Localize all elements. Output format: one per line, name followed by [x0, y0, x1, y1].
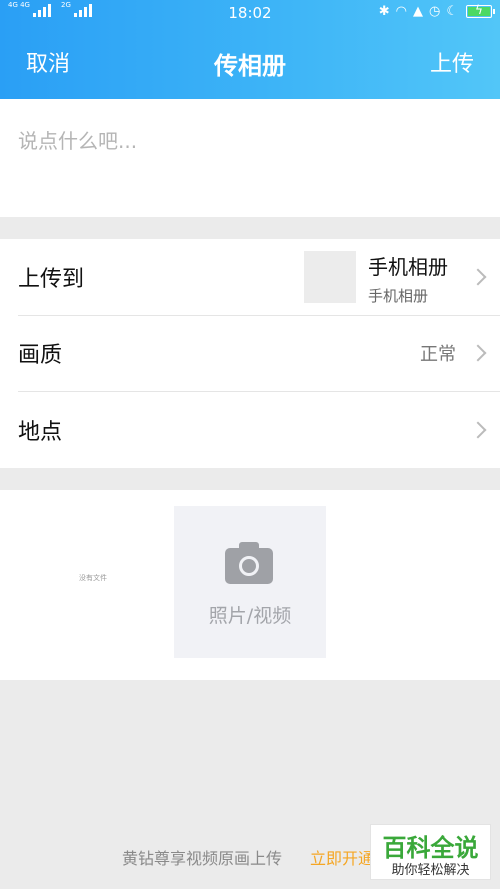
- bluetooth-icon: ✱: [378, 4, 390, 19]
- page-title: 传相册: [214, 52, 286, 80]
- chevron-right-icon: [469, 421, 487, 439]
- promo-text: 黄钻尊享视频原画上传: [122, 849, 283, 868]
- top-bar: 4G 4G 2G 18:02 ✱ ◠ ▲ ◷ ☾ ϟ 取消 传相册 上传: [0, 0, 500, 99]
- moon-icon: ☾: [446, 4, 458, 19]
- upload-to-label: 上传到: [18, 266, 85, 292]
- album-thumbnail: [304, 251, 356, 303]
- post-text-input[interactable]: [0, 99, 500, 217]
- upload-settings: 上传到 手机相册 手机相册 画质 正常 地点: [0, 239, 500, 468]
- watermark-logo: 百科全说 助你轻松解决: [370, 824, 491, 880]
- status-icons: ✱ ◠ ▲ ◷ ☾ ϟ: [378, 3, 495, 19]
- quality-label: 画质: [18, 343, 63, 369]
- add-photo-video-label: 照片/视频: [208, 605, 292, 627]
- watermark-subtitle: 助你轻松解决: [391, 863, 470, 878]
- watermark-title: 百科全说: [382, 834, 479, 862]
- album-name: 手机相册: [368, 255, 448, 279]
- activate-now-link[interactable]: 立即开通: [310, 845, 374, 869]
- quality-value: 正常: [420, 344, 456, 366]
- camera-icon: [225, 542, 273, 584]
- media-section: 没有文件 照片/视频: [0, 490, 500, 680]
- battery-charging-icon: ϟ: [466, 3, 495, 18]
- chevron-right-icon: [469, 268, 487, 286]
- headset-icon: ◠: [395, 4, 407, 19]
- location-row[interactable]: 地点: [18, 392, 500, 469]
- chevron-right-icon: [469, 344, 487, 362]
- upload-to-row[interactable]: 上传到 手机相册 手机相册: [18, 239, 500, 316]
- location-label: 地点: [18, 420, 63, 446]
- album-subtitle: 手机相册: [368, 287, 429, 305]
- quality-row[interactable]: 画质 正常: [18, 316, 500, 392]
- alarm-icon: ◷: [429, 4, 441, 19]
- post-text-area: [0, 99, 500, 217]
- status-bar: 4G 4G 2G 18:02 ✱ ◠ ▲ ◷ ☾ ϟ: [0, 0, 500, 26]
- notification-icon: ▲: [413, 4, 423, 19]
- upload-button[interactable]: 上传: [430, 46, 474, 78]
- no-file-text: 没有文件: [79, 574, 107, 582]
- add-photo-video-button[interactable]: 照片/视频: [174, 506, 326, 658]
